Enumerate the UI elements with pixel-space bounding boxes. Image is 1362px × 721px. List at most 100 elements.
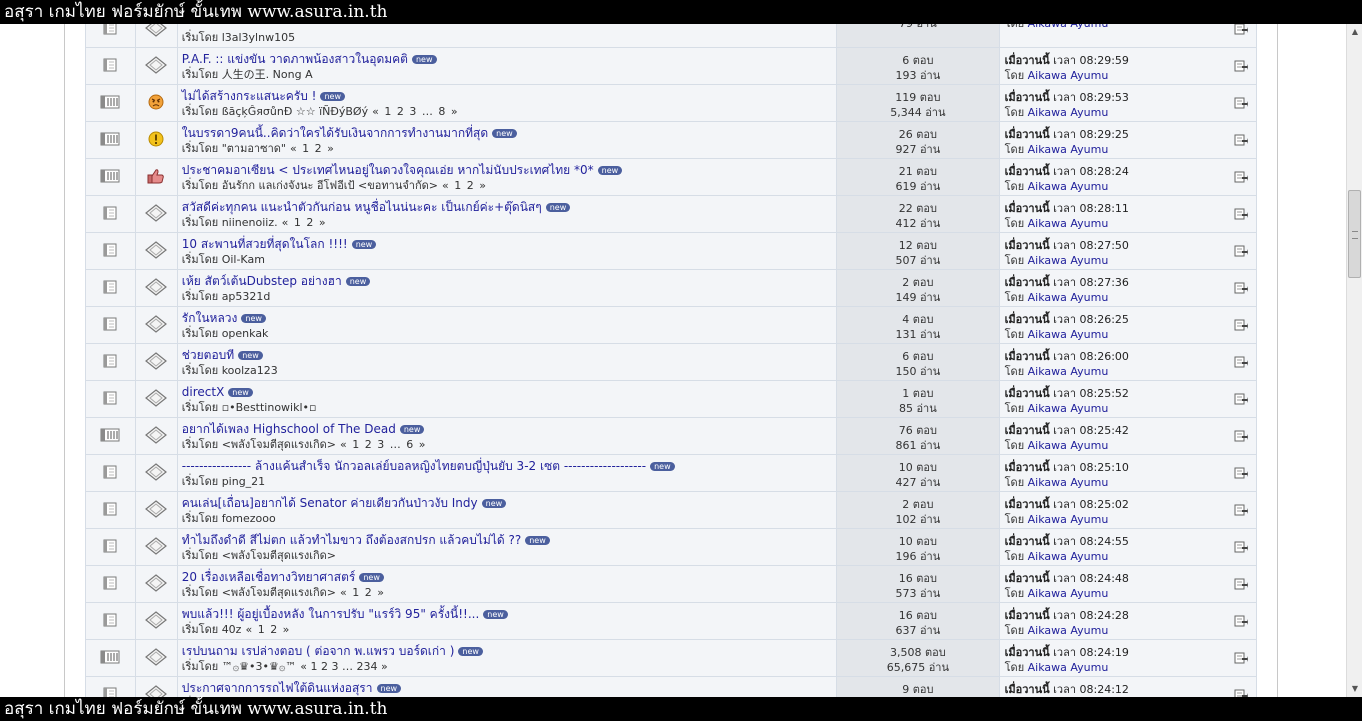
go-to-last-post-icon[interactable] (1234, 541, 1248, 553)
thread-starter[interactable]: ▫•Besttinowikl•▫ (222, 401, 317, 414)
last-post-user[interactable]: Aikawa Ayumu (1028, 254, 1109, 267)
thread-pages[interactable]: « 1 2 » (290, 142, 335, 155)
thread-title-link[interactable]: ---------------- ล้างแค้นสำเร็จ นักวอลเล… (182, 459, 646, 473)
thread-starter[interactable]: ping_21 (222, 475, 266, 488)
new-badge[interactable]: new (359, 573, 384, 582)
new-badge[interactable]: new (345, 277, 371, 286)
thread-starter[interactable]: 40z (222, 623, 242, 636)
new-badge[interactable]: new (399, 425, 425, 434)
last-post-user[interactable]: Aikawa Ayumu (1028, 550, 1109, 563)
thread-title-link[interactable]: P.A.F. :: แข่งขัน วาดภาพน้องสาวในอุดมคติ (182, 52, 408, 66)
thread-title-link[interactable]: ช่วยตอบที (182, 348, 234, 362)
go-to-last-post-icon[interactable] (1234, 504, 1248, 516)
new-badge[interactable]: new (228, 388, 253, 397)
thread-starter[interactable]: ap5321d (222, 290, 271, 303)
thread-title-link[interactable]: ประกาศจากการรถไฟใต้ดินแห่งอสุรา (182, 681, 373, 695)
new-badge[interactable]: new (492, 129, 517, 138)
last-post-user[interactable]: Aikawa Ayumu (1028, 291, 1109, 304)
thread-starter[interactable]: <พลังโจมตีสุดแรงเกิด> (222, 438, 336, 451)
last-post-user[interactable]: Aikawa Ayumu (1028, 328, 1109, 341)
thread-starter[interactable]: <พลังโจมตีสุดแรงเกิด> (222, 549, 336, 562)
vertical-scrollbar[interactable]: ▲ ▼ (1346, 24, 1362, 697)
go-to-last-post-icon[interactable] (1234, 356, 1248, 368)
thread-title-link[interactable]: ประชาคมอาเซียน < ประเทศไหนอยู่ในดวงใจคุณ… (182, 163, 594, 177)
go-to-last-post-icon[interactable] (1234, 319, 1248, 331)
thread-pages[interactable]: « 1 2 » (442, 179, 487, 192)
go-to-last-post-icon[interactable] (1234, 467, 1248, 479)
go-to-last-post-icon[interactable] (1234, 208, 1248, 220)
new-badge[interactable]: new (481, 499, 507, 508)
thread-title-link[interactable]: 20 เรื่องเหลือเชื่อทางวิทยาศาสตร์ (182, 570, 356, 584)
new-badge[interactable]: new (376, 684, 402, 693)
thread-title-link[interactable]: รักในหลวง (182, 311, 238, 325)
scrollbar-thumb[interactable] (1348, 190, 1361, 278)
go-to-last-post-icon[interactable] (1234, 60, 1248, 72)
last-post-user[interactable]: Aikawa Ayumu (1028, 24, 1109, 30)
new-badge[interactable]: new (483, 610, 508, 619)
new-badge[interactable]: new (351, 240, 377, 249)
go-to-last-post-icon[interactable] (1234, 615, 1248, 627)
thread-pages[interactable]: « 1 2 » (282, 216, 327, 229)
last-post-user[interactable]: Aikawa Ayumu (1028, 513, 1109, 526)
thread-title-link[interactable]: 10 สะพานที่สวยที่สุดในโลก !!!! (182, 237, 348, 251)
thread-starter[interactable]: <พลังโจมตีสุดแรงเกิด> (222, 586, 336, 599)
last-post-user[interactable]: Aikawa Ayumu (1028, 624, 1109, 637)
go-to-last-post-icon[interactable] (1234, 282, 1248, 294)
go-to-last-post-icon[interactable] (1234, 245, 1248, 257)
new-badge[interactable]: new (525, 536, 550, 545)
new-badge[interactable]: new (238, 351, 263, 360)
thread-starter[interactable]: l3al3ylnw105 (222, 31, 295, 44)
new-badge[interactable]: new (241, 314, 266, 323)
thread-title-link[interactable]: ไม่ได้สร้างกระแสนะครับ ! (182, 89, 317, 103)
thread-title-link[interactable]: เรปบนถาม เรปล่างตอบ ( ต่อจาก พ.แพรว บอร์… (182, 644, 455, 658)
go-to-last-post-icon[interactable] (1234, 689, 1248, 697)
thread-pages[interactable]: « 1 2 3 … 234 » (300, 660, 387, 673)
thread-starter[interactable]: "ตามอาซาด" (222, 142, 286, 155)
scroll-down-arrow-icon[interactable]: ▼ (1347, 681, 1362, 697)
last-post-user[interactable]: Aikawa Ayumu (1028, 402, 1109, 415)
thread-starter[interactable]: 人生の王. Nong A (222, 68, 313, 81)
go-to-last-post-icon[interactable] (1234, 134, 1248, 146)
new-badge[interactable]: new (650, 462, 675, 471)
last-post-user[interactable]: Aikawa Ayumu (1028, 476, 1109, 489)
last-post-user[interactable]: Aikawa Ayumu (1028, 365, 1109, 378)
last-post-user[interactable]: Aikawa Ayumu (1028, 106, 1109, 119)
go-to-last-post-icon[interactable] (1234, 393, 1248, 405)
last-post-user[interactable]: Aikawa Ayumu (1028, 69, 1109, 82)
thread-pages[interactable]: « 1 2 » (245, 623, 290, 636)
thread-pages[interactable]: « 1 2 » (340, 586, 385, 599)
thread-starter[interactable]: niinenoiiz. (222, 216, 278, 229)
new-badge[interactable]: new (458, 647, 483, 656)
scroll-up-arrow-icon[interactable]: ▲ (1347, 24, 1362, 40)
new-badge[interactable]: new (545, 203, 571, 212)
thread-starter[interactable]: ™۞♛•3•♛۞™ (222, 660, 297, 673)
thread-starter[interactable]: Oil-Kam (222, 253, 265, 266)
thread-starter[interactable]: koolza123 (222, 364, 278, 377)
thread-starter[interactable]: อันรักก แลเก่งจังนะ อีโฟอีเป้ <ขอทานจำกั… (222, 179, 438, 192)
go-to-last-post-icon[interactable] (1234, 171, 1248, 183)
thread-title-link[interactable]: directX (182, 385, 225, 399)
thread-pages[interactable]: « 1 2 3 … 6 » (340, 438, 426, 451)
go-to-last-post-icon[interactable] (1234, 97, 1248, 109)
thread-title-link[interactable]: เห้ย สัตว์เต้นDubstep อย่างฮา (182, 274, 342, 288)
go-to-last-post-icon[interactable] (1234, 430, 1248, 442)
new-badge[interactable]: new (597, 166, 623, 175)
last-post-user[interactable]: Aikawa Ayumu (1028, 661, 1109, 674)
thread-title-link[interactable]: อยากได้เพลง Highschool of The Dead (182, 422, 396, 436)
thread-starter[interactable]: ßāçķĜяσůnÐ ☆☆ ïÑÐýBØý (222, 105, 368, 118)
thread-starter[interactable]: openkak (222, 327, 269, 340)
go-to-last-post-icon[interactable] (1234, 24, 1248, 35)
thread-title-link[interactable]: คนเล่น[เถื่อน]อยากได้ Senator ค่ายเดียวก… (182, 496, 478, 510)
last-post-user[interactable]: Aikawa Ayumu (1028, 180, 1109, 193)
thread-pages[interactable]: « 1 2 3 … 8 » (372, 105, 458, 118)
thread-title-link[interactable]: สวัสดีค่ะทุกคน แนะนำตัวกันก่อน หนูชื่อไน… (182, 200, 542, 214)
go-to-last-post-icon[interactable] (1234, 652, 1248, 664)
new-badge[interactable]: new (320, 92, 346, 101)
last-post-user[interactable]: Aikawa Ayumu (1028, 143, 1109, 156)
thread-title-link[interactable]: ทำไมถึงดำดี สีไม่ตก แล้วทำไมขาว ถึงต้องส… (182, 533, 521, 547)
last-post-user[interactable]: Aikawa Ayumu (1028, 217, 1109, 230)
last-post-user[interactable]: Aikawa Ayumu (1028, 439, 1109, 452)
thread-starter[interactable]: fomezooo (222, 512, 276, 525)
last-post-user[interactable]: Aikawa Ayumu (1028, 587, 1109, 600)
new-badge[interactable]: new (411, 55, 437, 64)
